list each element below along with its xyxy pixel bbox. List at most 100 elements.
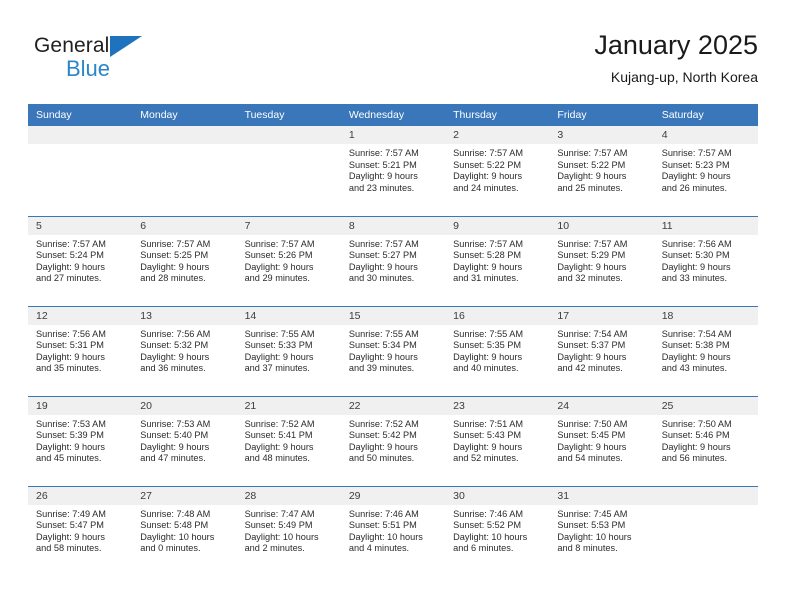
- daylight-duration-line2: and 56 minutes.: [661, 453, 728, 464]
- day-number: 14: [236, 306, 341, 325]
- daylight-duration-line1: Daylight: 10 hours: [348, 531, 423, 542]
- sunrise-time: Sunrise: 7:55 AM: [348, 328, 419, 339]
- day-cell[interactable]: 21 Sunrise: 7:52 AM Sunset: 5:41 PM Dayligh…: [236, 396, 341, 486]
- day-details: Sunrise: 7:51 AM Sunset: 5:43 PM Daylight:…: [445, 415, 549, 465]
- sunset-time: Sunset: 5:26 PM: [244, 250, 313, 261]
- daylight-duration-line1: Daylight: 9 hours: [453, 351, 523, 362]
- calendar-cell: [132, 126, 237, 216]
- day-cell[interactable]: 31 Sunrise: 7:45 AM Sunset: 5:53 PM Dayligh…: [549, 486, 654, 576]
- day-number: 8: [340, 216, 446, 235]
- day-details: Sunrise: 7:55 AM Sunset: 5:33 PM Daylight:…: [237, 325, 341, 375]
- day-cell[interactable]: 10 Sunrise: 7:57 AM Sunset: 5:29 PM Dayligh…: [549, 216, 654, 306]
- day-cell[interactable]: 17 Sunrise: 7:54 AM Sunset: 5:37 PM Dayligh…: [549, 306, 654, 396]
- daylight-duration-line2: and 50 minutes.: [348, 453, 415, 464]
- day-cell[interactable]: 13 Sunrise: 7:56 AM Sunset: 5:32 PM Dayligh…: [132, 306, 237, 396]
- sunset-time: Sunset: 5:51 PM: [348, 520, 417, 531]
- sunset-time: Sunset: 5:49 PM: [244, 520, 313, 531]
- sunrise-time: Sunrise: 7:56 AM: [661, 238, 732, 249]
- sunrise-time: Sunrise: 7:54 AM: [557, 328, 628, 339]
- day-details: Sunrise: 7:57 AM Sunset: 5:26 PM Daylight:…: [237, 235, 341, 285]
- weekday-header-wednesday: Wednesday: [340, 104, 446, 126]
- day-cell[interactable]: 19 Sunrise: 7:53 AM Sunset: 5:39 PM Dayligh…: [28, 396, 133, 486]
- day-cell[interactable]: 30 Sunrise: 7:46 AM Sunset: 5:52 PM Dayligh…: [445, 486, 550, 576]
- daylight-duration-line2: and 24 minutes.: [453, 182, 519, 193]
- sunrise-time: Sunrise: 7:47 AM: [244, 508, 315, 519]
- calendar-week-row: 26 Sunrise: 7:49 AM Sunset: 5:47 PM Dayligh…: [28, 485, 758, 576]
- day-cell[interactable]: 3 Sunrise: 7:57 AM Sunset: 5:22 PM Daylight…: [549, 126, 654, 215]
- calendar-body: 1 Sunrise: 7:57 AM Sunset: 5:21 PM Daylight…: [28, 126, 758, 576]
- day-number: [132, 126, 237, 144]
- daylight-duration-line2: and 6 minutes.: [453, 543, 514, 554]
- calendar-cell: 31 Sunrise: 7:45 AM Sunset: 5:53 PM Dayligh…: [549, 485, 654, 576]
- day-cell[interactable]: 2 Sunrise: 7:57 AM Sunset: 5:22 PM Daylight…: [445, 126, 550, 215]
- day-cell[interactable]: 22 Sunrise: 7:52 AM Sunset: 5:42 PM Dayligh…: [340, 396, 446, 486]
- daylight-duration-line1: Daylight: 9 hours: [36, 351, 105, 362]
- sunset-time: Sunset: 5:33 PM: [244, 340, 313, 351]
- sunrise-time: Sunrise: 7:52 AM: [244, 418, 315, 429]
- sunrise-time: Sunrise: 7:57 AM: [557, 148, 628, 158]
- day-cell[interactable]: 24 Sunrise: 7:50 AM Sunset: 5:45 PM Dayligh…: [549, 396, 654, 486]
- day-cell[interactable]: 28 Sunrise: 7:47 AM Sunset: 5:49 PM Dayligh…: [236, 486, 341, 576]
- day-cell[interactable]: 11 Sunrise: 7:56 AM Sunset: 5:30 PM Dayligh…: [653, 216, 758, 306]
- day-cell[interactable]: 12 Sunrise: 7:56 AM Sunset: 5:31 PM Dayligh…: [28, 306, 133, 396]
- sunset-time: Sunset: 5:24 PM: [36, 250, 104, 261]
- daylight-duration-line2: and 42 minutes.: [557, 363, 623, 374]
- day-details: Sunrise: 7:57 AM Sunset: 5:22 PM Daylight:…: [549, 144, 653, 194]
- day-number: 12: [28, 306, 133, 325]
- day-cell[interactable]: 4 Sunrise: 7:57 AM Sunset: 5:23 PM Daylight…: [653, 126, 758, 215]
- day-cell[interactable]: 25 Sunrise: 7:50 AM Sunset: 5:46 PM Dayligh…: [653, 396, 758, 486]
- day-cell[interactable]: 14 Sunrise: 7:55 AM Sunset: 5:33 PM Dayligh…: [236, 306, 341, 396]
- sunset-time: Sunset: 5:53 PM: [557, 520, 626, 531]
- day-cell[interactable]: 15 Sunrise: 7:55 AM Sunset: 5:34 PM Dayligh…: [340, 306, 446, 396]
- day-cell[interactable]: 1 Sunrise: 7:57 AM Sunset: 5:21 PM Daylight…: [340, 126, 446, 215]
- title-block: January 2025 Kujang-up, North Korea: [594, 28, 758, 86]
- day-number: 27: [132, 486, 237, 505]
- calendar-cell: 17 Sunrise: 7:54 AM Sunset: 5:37 PM Dayligh…: [549, 305, 654, 396]
- day-number: 10: [549, 216, 654, 235]
- sunrise-time: Sunrise: 7:46 AM: [348, 508, 419, 519]
- daylight-duration-line1: Daylight: 9 hours: [244, 351, 314, 362]
- day-number: [28, 126, 133, 144]
- day-number: 30: [445, 486, 550, 505]
- day-cell[interactable]: 23 Sunrise: 7:51 AM Sunset: 5:43 PM Dayligh…: [445, 396, 550, 486]
- calendar-cell: 24 Sunrise: 7:50 AM Sunset: 5:45 PM Dayligh…: [549, 395, 654, 486]
- day-details: Sunrise: 7:56 AM Sunset: 5:31 PM Daylight:…: [28, 325, 132, 375]
- daylight-duration-line1: Daylight: 9 hours: [348, 441, 418, 452]
- calendar-cell: 16 Sunrise: 7:55 AM Sunset: 5:35 PM Dayligh…: [445, 305, 550, 396]
- daylight-duration-line2: and 45 minutes.: [36, 453, 102, 464]
- day-cell[interactable]: 26 Sunrise: 7:49 AM Sunset: 5:47 PM Dayligh…: [28, 486, 133, 576]
- day-cell[interactable]: 29 Sunrise: 7:46 AM Sunset: 5:51 PM Dayligh…: [340, 486, 446, 576]
- day-cell[interactable]: 7 Sunrise: 7:57 AM Sunset: 5:26 PM Daylight…: [236, 216, 341, 306]
- day-cell[interactable]: 9 Sunrise: 7:57 AM Sunset: 5:28 PM Daylight…: [445, 216, 550, 306]
- calendar-cell: 22 Sunrise: 7:52 AM Sunset: 5:42 PM Dayligh…: [340, 395, 446, 486]
- weekday-header-thursday: Thursday: [445, 104, 550, 126]
- day-cell[interactable]: 20 Sunrise: 7:53 AM Sunset: 5:40 PM Dayligh…: [132, 396, 237, 486]
- day-cell[interactable]: 27 Sunrise: 7:48 AM Sunset: 5:48 PM Dayligh…: [132, 486, 237, 576]
- sunset-time: Sunset: 5:28 PM: [453, 250, 522, 261]
- day-details: Sunrise: 7:45 AM Sunset: 5:53 PM Daylight:…: [549, 505, 653, 555]
- day-cell[interactable]: 6 Sunrise: 7:57 AM Sunset: 5:25 PM Daylight…: [132, 216, 237, 306]
- calendar-week-row: 5 Sunrise: 7:57 AM Sunset: 5:24 PM Daylight…: [28, 215, 758, 306]
- sunrise-time: Sunrise: 7:57 AM: [348, 238, 419, 249]
- calendar-cell: 21 Sunrise: 7:52 AM Sunset: 5:41 PM Dayligh…: [236, 395, 341, 486]
- sunset-time: Sunset: 5:52 PM: [453, 520, 522, 531]
- daylight-duration-line1: Daylight: 9 hours: [557, 351, 627, 362]
- day-cell-empty: [28, 126, 133, 215]
- calendar-cell: [28, 126, 133, 216]
- day-cell[interactable]: 16 Sunrise: 7:55 AM Sunset: 5:35 PM Dayligh…: [445, 306, 550, 396]
- day-details: Sunrise: 7:54 AM Sunset: 5:37 PM Daylight:…: [549, 325, 653, 375]
- sunset-time: Sunset: 5:31 PM: [36, 340, 104, 351]
- page-subtitle-location: Kujang-up, North Korea: [610, 69, 758, 85]
- day-cell[interactable]: 5 Sunrise: 7:57 AM Sunset: 5:24 PM Daylight…: [28, 216, 133, 306]
- calendar-cell: 13 Sunrise: 7:56 AM Sunset: 5:32 PM Dayligh…: [132, 305, 237, 396]
- daylight-duration-line2: and 4 minutes.: [348, 543, 410, 554]
- daylight-duration-line1: Daylight: 9 hours: [661, 261, 731, 272]
- day-cell[interactable]: 18 Sunrise: 7:54 AM Sunset: 5:38 PM Dayligh…: [653, 306, 758, 396]
- day-details: Sunrise: 7:57 AM Sunset: 5:22 PM Daylight:…: [445, 144, 549, 194]
- day-cell[interactable]: 8 Sunrise: 7:57 AM Sunset: 5:27 PM Daylight…: [340, 216, 446, 306]
- calendar-week-row: 19 Sunrise: 7:53 AM Sunset: 5:39 PM Dayligh…: [28, 395, 758, 486]
- daylight-duration-line1: Daylight: 10 hours: [244, 531, 319, 542]
- sunrise-time: Sunrise: 7:51 AM: [453, 418, 524, 429]
- day-details: Sunrise: 7:57 AM Sunset: 5:25 PM Daylight:…: [132, 235, 236, 285]
- daylight-duration-line2: and 28 minutes.: [140, 273, 206, 284]
